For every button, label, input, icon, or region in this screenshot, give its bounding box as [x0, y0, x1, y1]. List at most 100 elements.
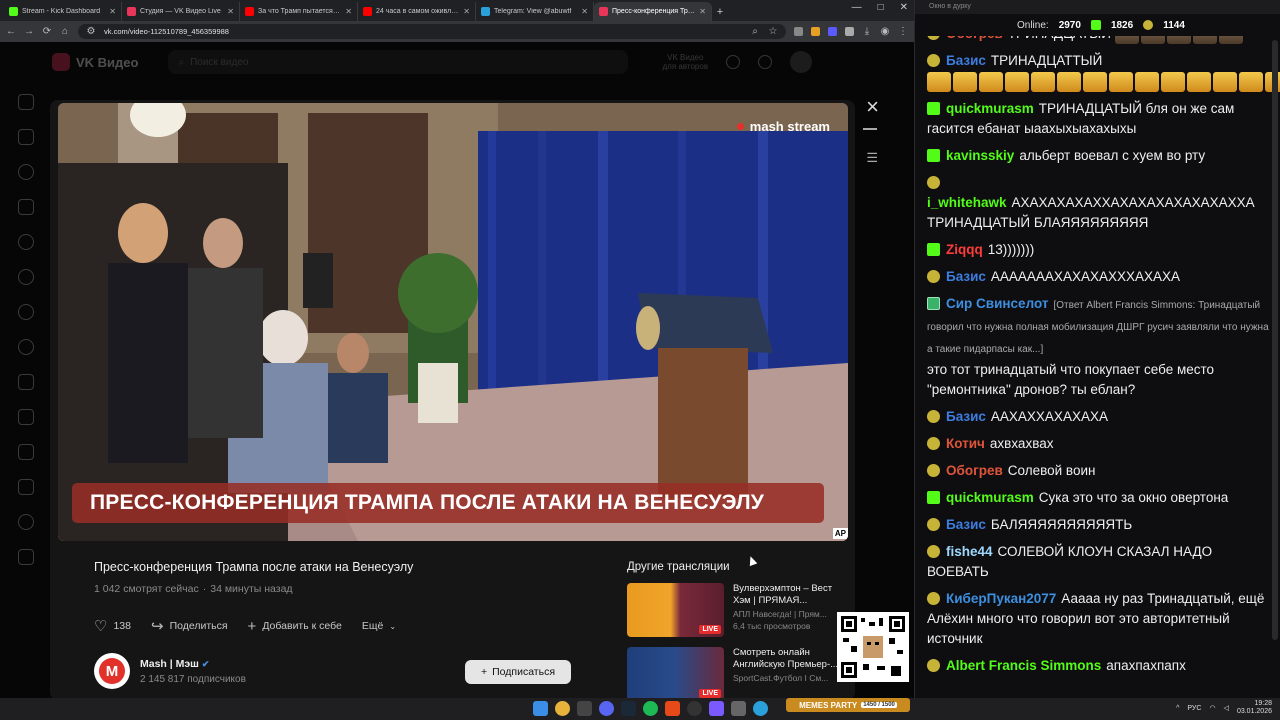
tab-close-icon[interactable]: ✕: [227, 7, 234, 16]
new-tab-button[interactable]: +: [712, 2, 728, 21]
browser-tab[interactable]: За что Трамп пытается убить ✕: [240, 2, 358, 21]
memes-party-widget: MEMES PARTY 1450 / 1500: [786, 698, 910, 712]
zoom-icon[interactable]: ⌕: [750, 26, 760, 37]
app-icon[interactable]: [665, 701, 680, 716]
reload-icon[interactable]: ⟳: [42, 26, 52, 37]
chat-username[interactable]: Базис: [946, 409, 986, 424]
like-button[interactable]: ♡ 138: [94, 617, 131, 635]
chat-username[interactable]: Базис: [946, 517, 986, 532]
playlist-icon[interactable]: ☰: [866, 150, 878, 166]
home-icon[interactable]: ⌂: [60, 26, 70, 37]
qr-code-image: [841, 616, 905, 678]
chat-username[interactable]: quickmurasm: [946, 490, 1034, 505]
extension-icon[interactable]: [811, 27, 820, 36]
video-player[interactable]: mash stream ПРЕСС-КОНФЕРЕНЦИЯ ТРАМПА ПОС…: [58, 103, 848, 541]
add-to-me-button[interactable]: + Добавить к себе: [248, 618, 342, 635]
browser-tab[interactable]: Telegram: View @abuwtf ✕: [476, 2, 594, 21]
volume-icon[interactable]: ◁: [1224, 704, 1229, 712]
menu-icon[interactable]: ⋮: [898, 26, 908, 37]
language-indicator[interactable]: РУС: [1187, 705, 1201, 712]
chat-username[interactable]: kavinsskiy: [946, 148, 1014, 163]
tab-close-icon[interactable]: ✕: [345, 7, 352, 16]
chat-message: quickmurasm ТРИНАДЦАТЫЙ бля он же сам гас…: [927, 99, 1273, 139]
emote-icon: [1057, 71, 1081, 92]
browser-tab[interactable]: Stream - Kick Dashboard ✕: [4, 2, 122, 21]
tab-close-icon[interactable]: ✕: [463, 7, 470, 16]
channel-avatar[interactable]: M: [94, 653, 130, 689]
chat-username[interactable]: Ziqqq: [946, 242, 983, 257]
video-frame: [58, 103, 848, 541]
extension-icon[interactable]: [845, 27, 854, 36]
discord-icon[interactable]: [599, 701, 614, 716]
pepe-badge-icon: [927, 269, 940, 283]
clock[interactable]: 19:28 03.01.2026: [1237, 700, 1272, 716]
chat-username[interactable]: Котич: [946, 436, 985, 451]
stream-channel: АПЛ Навсегда! | Прям...: [733, 609, 827, 619]
chat-username[interactable]: Сир Свинселот: [946, 296, 1048, 311]
spotify-icon[interactable]: [643, 701, 658, 716]
app-icon[interactable]: [709, 701, 724, 716]
emote-icon: [953, 71, 977, 92]
tab-label: Студия — VK Видео Live: [140, 8, 221, 15]
plus-icon: +: [480, 666, 488, 678]
browser-tab[interactable]: 24 часа в самом оживлённом ✕: [358, 2, 476, 21]
chat-username[interactable]: quickmurasm: [946, 101, 1034, 116]
start-icon[interactable]: [533, 701, 548, 716]
profile-icon[interactable]: ◉: [880, 26, 890, 37]
browser-tab[interactable]: Студия — VK Видео Live ✕: [122, 2, 240, 21]
screen: { "browser": { "tabs": [ {"label": "Stre…: [0, 0, 1280, 720]
telegram-icon[interactable]: [753, 701, 768, 716]
chat-scrollbar[interactable]: [1272, 40, 1278, 640]
minimize-player-icon[interactable]: [863, 128, 877, 130]
tab-label: Telegram: View @abuwtf: [494, 8, 572, 15]
chrome-icon[interactable]: [555, 701, 570, 716]
back-icon[interactable]: ←: [6, 26, 16, 37]
chat-username[interactable]: fishe44: [946, 544, 993, 559]
tab-close-icon[interactable]: ✕: [581, 7, 588, 16]
tab-close-icon[interactable]: ✕: [699, 7, 706, 16]
obs-icon[interactable]: [687, 701, 702, 716]
extension-icon[interactable]: [828, 27, 837, 36]
chat-username[interactable]: i_whitehawk: [927, 195, 1007, 210]
subscribe-button[interactable]: + Подписаться: [465, 660, 571, 684]
channel-name-text: Mash | Мэш: [140, 657, 199, 670]
emote-icon: [1083, 71, 1107, 92]
list-item[interactable]: LIVE Вулверхэмптон – Вест Хэм | ПРЯМАЯ..…: [627, 583, 847, 637]
more-button[interactable]: Ещё ⌄: [362, 620, 396, 632]
url-field[interactable]: ⚙ vk.com/video-112510789_456359988 ⌕ ☆: [78, 24, 786, 39]
minimize-window-icon[interactable]: —: [852, 2, 862, 13]
chat-text: БАЛЯЯЯЯЯЯЯЯЯЯТЬ: [990, 516, 1133, 532]
stream-title: Смотреть онлайн Английскую Премьер-...: [733, 647, 839, 670]
kick-badge-icon: [927, 148, 940, 162]
app-icon[interactable]: [731, 701, 746, 716]
forward-icon[interactable]: →: [24, 26, 34, 37]
close-window-icon[interactable]: ✕: [900, 2, 908, 13]
share-button[interactable]: ↪ Поделиться: [151, 617, 228, 635]
tab-favicon-icon: [363, 7, 372, 16]
memes-party-label: MEMES PARTY: [799, 700, 858, 710]
tab-close-icon[interactable]: ✕: [109, 7, 116, 16]
tab-label: За что Трамп пытается убить: [258, 8, 341, 15]
chat-username[interactable]: КиберПукан2077: [946, 591, 1056, 606]
download-icon[interactable]: ⤓: [862, 26, 872, 37]
tray-chevron-icon[interactable]: ^: [1176, 705, 1179, 712]
channel-name[interactable]: Mash | Мэш ✔: [140, 658, 246, 670]
chat-username[interactable]: Базис: [946, 53, 986, 68]
site-info-icon[interactable]: ⚙: [86, 26, 96, 37]
video-modal: mash stream ПРЕСС-КОНФЕРЕНЦИЯ ТРАМПА ПОС…: [50, 94, 879, 701]
extension-icon[interactable]: [794, 27, 803, 36]
bookmark-star-icon[interactable]: ☆: [768, 26, 778, 37]
browser-tab[interactable]: Пресс-конференция Трам ✕: [594, 2, 712, 21]
chat-username[interactable]: Обогрев: [946, 463, 1003, 478]
chat-text: АААААААХАХАХАХХХАХАХА: [990, 268, 1180, 284]
app-icon[interactable]: [577, 701, 592, 716]
tab-label: Пресс-конференция Трам: [612, 8, 696, 15]
steam-icon[interactable]: [621, 701, 636, 716]
maximize-window-icon[interactable]: □: [878, 2, 884, 13]
list-item[interactable]: LIVE Смотреть онлайн Английскую Премьер-…: [627, 647, 847, 701]
wifi-icon[interactable]: ◠: [1209, 704, 1215, 712]
chat-username[interactable]: Базис: [946, 269, 986, 284]
chat-username[interactable]: Albert Francis Simmons: [946, 658, 1101, 673]
close-modal-button[interactable]: ×: [866, 94, 879, 120]
chat-message: Базис ТРИНАДЦАТТЫЙ: [927, 51, 1280, 92]
